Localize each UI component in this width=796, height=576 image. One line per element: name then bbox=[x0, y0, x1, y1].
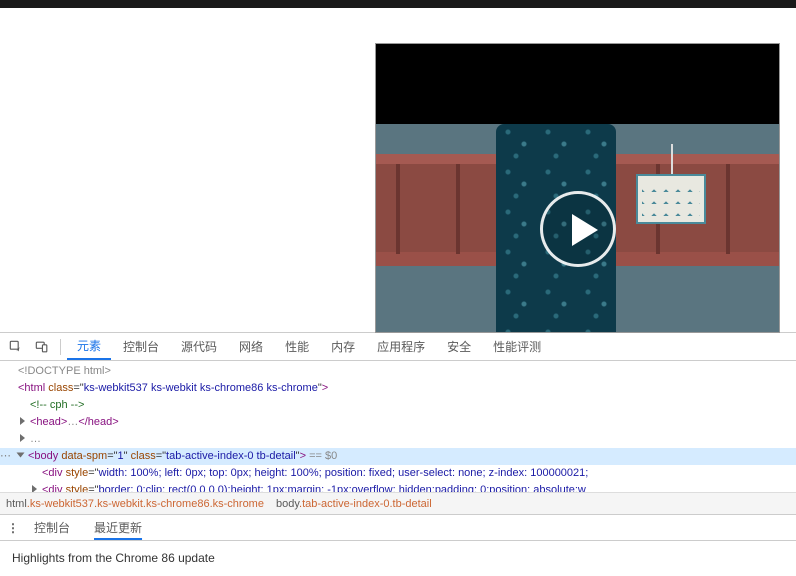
video-subject-bag bbox=[636, 174, 706, 224]
devtools-tabs: 元素 控制台 源代码 网络 性能 内存 应用程序 安全 性能评测 bbox=[0, 333, 796, 361]
device-toolbar-icon[interactable] bbox=[34, 339, 50, 355]
elements-tree[interactable]: <!DOCTYPE html> <html class="ks-webkit53… bbox=[0, 361, 796, 492]
crumb-body[interactable]: body.tab-active-index-0.tb-detail bbox=[276, 498, 432, 510]
drawer: ⋮ 控制台 最近更新 Highlights from the Chrome 86… bbox=[0, 514, 796, 576]
dom-div-1[interactable]: <div style="width: 100%; left: 0px; top:… bbox=[0, 465, 796, 482]
window-topbar bbox=[0, 0, 796, 8]
tab-elements[interactable]: 元素 bbox=[67, 333, 111, 360]
tab-console[interactable]: 控制台 bbox=[113, 333, 169, 361]
tab-memory[interactable]: 内存 bbox=[321, 333, 365, 361]
tab-network[interactable]: 网络 bbox=[229, 333, 273, 361]
dom-body-selected[interactable]: ⋯<body data-spm="1" class="tab-active-in… bbox=[0, 448, 796, 465]
drawer-tab-console[interactable]: 控制台 bbox=[22, 515, 82, 541]
drawer-tabs: ⋮ 控制台 最近更新 bbox=[0, 515, 796, 541]
tab-performance[interactable]: 性能 bbox=[275, 333, 319, 361]
tab-security[interactable]: 安全 bbox=[437, 333, 481, 361]
video-letterbox bbox=[376, 44, 779, 124]
video-player[interactable] bbox=[375, 43, 780, 333]
divider bbox=[60, 339, 61, 355]
dom-ellipsis[interactable]: … bbox=[0, 431, 796, 448]
video-still bbox=[376, 124, 779, 333]
breadcrumb[interactable]: html.ks-webkit537.ks-webkit.ks-chrome86.… bbox=[0, 492, 796, 514]
dom-doctype[interactable]: <!DOCTYPE html> bbox=[0, 363, 796, 380]
inspect-element-icon[interactable] bbox=[8, 339, 24, 355]
drawer-tab-whatsnew[interactable]: 最近更新 bbox=[82, 515, 154, 541]
page-viewport bbox=[0, 8, 796, 332]
crumb-html[interactable]: html.ks-webkit537.ks-webkit.ks-chrome86.… bbox=[6, 498, 264, 510]
dom-div-2[interactable]: <div style="border: 0;clip: rect(0 0 0 0… bbox=[0, 482, 796, 492]
dom-head[interactable]: <head>…</head> bbox=[0, 414, 796, 431]
devtools-panel: 元素 控制台 源代码 网络 性能 内存 应用程序 安全 性能评测 <!DOCTY… bbox=[0, 332, 796, 576]
tab-sources[interactable]: 源代码 bbox=[171, 333, 227, 361]
dom-html[interactable]: <html class="ks-webkit537 ks-webkit ks-c… bbox=[0, 380, 796, 397]
tab-lighthouse[interactable]: 性能评测 bbox=[483, 333, 551, 361]
tab-application[interactable]: 应用程序 bbox=[367, 333, 435, 361]
drawer-content: Highlights from the Chrome 86 update bbox=[0, 541, 796, 575]
dom-comment[interactable]: <!-- cph --> bbox=[0, 397, 796, 414]
drawer-menu-icon[interactable]: ⋮ bbox=[4, 521, 22, 535]
play-button[interactable] bbox=[540, 191, 616, 267]
